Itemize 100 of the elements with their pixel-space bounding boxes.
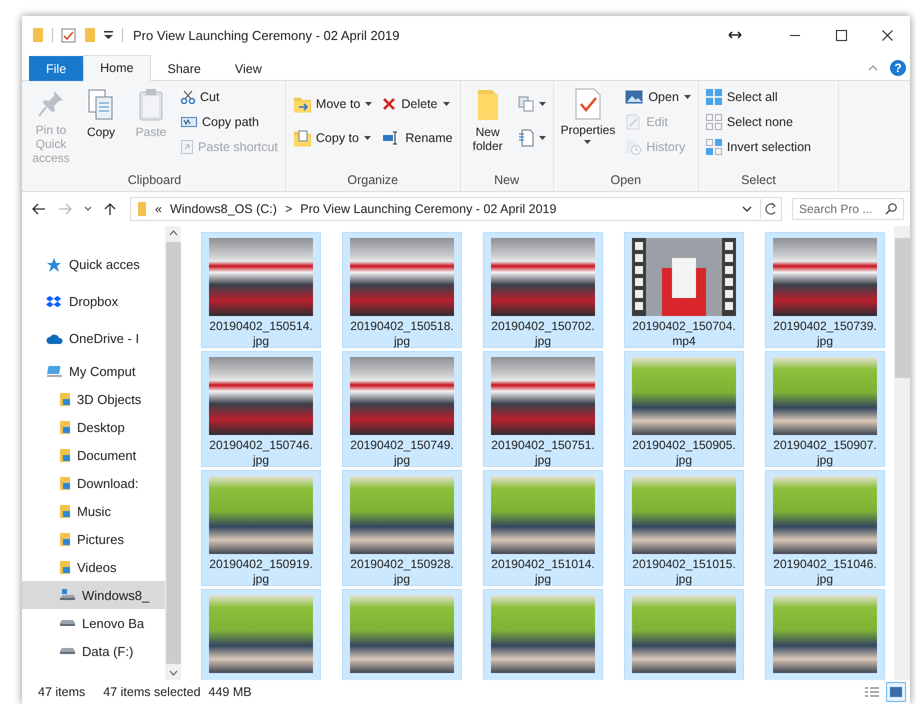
file-tile[interactable] (765, 589, 885, 680)
file-menu-tab[interactable]: File (29, 56, 84, 81)
dropbox-icon (46, 294, 63, 310)
dropdown-icon[interactable] (742, 206, 752, 212)
resize-arrow-icon (728, 31, 742, 39)
nav-item[interactable]: Desktop (22, 413, 165, 441)
ribbon-button[interactable]: New folder (464, 86, 511, 155)
ribbon-button[interactable]: Delete (379, 93, 456, 115)
file-name: 20190402_150751.jpg (491, 438, 595, 468)
back-icon[interactable] (32, 203, 46, 215)
nav-item[interactable]: Windows8_ (22, 581, 165, 609)
search-icon (885, 203, 897, 215)
ribbon-button[interactable]: Select all (702, 86, 814, 108)
ribbon-button[interactable]: Properties (558, 86, 618, 146)
file-tile[interactable]: 20190402_150514.jpg (201, 232, 321, 348)
file-tile[interactable]: 20190402_150702.jpg (483, 232, 603, 348)
nav-item[interactable]: Data (F:) (22, 637, 165, 665)
computer-icon (46, 363, 63, 379)
file-tile[interactable]: 20190402_150518.jpg (342, 232, 462, 348)
shortcut-icon (181, 140, 193, 154)
ribbon-button[interactable]: Rename (379, 127, 456, 149)
file-tile[interactable] (624, 589, 744, 680)
breadcrumb[interactable]: Pro View Launching Ceremony - 02 April 2019 (300, 202, 556, 216)
select-all-icon (706, 89, 722, 105)
scroll-down-icon (168, 670, 178, 676)
breadcrumb-separator[interactable]: > (284, 202, 292, 216)
checkbox-icon[interactable] (61, 28, 76, 42)
nav-item[interactable]: Videos (22, 553, 165, 581)
nav-item[interactable]: Download: (22, 469, 165, 497)
history-icon (625, 139, 642, 155)
file-tile[interactable]: 20190402_150905.jpg (624, 351, 744, 467)
ribbon-button[interactable]: Move to (290, 93, 376, 115)
help-button[interactable]: ? (890, 60, 906, 76)
overflow-chevron[interactable]: « (155, 202, 162, 216)
nav-item[interactable]: 3D Objects (22, 385, 165, 413)
drive-icon (59, 588, 76, 602)
breadcrumb[interactable]: Windows8_OS (C:) (170, 202, 277, 216)
copy-icon (87, 88, 115, 122)
address-bar[interactable]: « Windows8_OS (C:) > Pro View Launching Ceremony - 02 April 2019 (130, 197, 782, 221)
file-name: 20190402_150919.jpg (209, 557, 313, 587)
collapse-ribbon-icon[interactable] (868, 65, 878, 71)
file-tile[interactable]: 20190402_150739.jpg (765, 232, 885, 348)
scroll-up-icon (168, 230, 178, 236)
ribbon-tab[interactable]: View (218, 56, 279, 81)
easy-access-icon (518, 129, 534, 147)
ribbon-tab[interactable]: Home (83, 55, 150, 81)
ribbon-button[interactable]: Copy path (178, 111, 281, 133)
up-icon[interactable] (104, 202, 116, 216)
nav-item[interactable]: Pictures (22, 525, 165, 553)
ribbon-group-label: Open (609, 172, 642, 189)
search-field[interactable]: Search Pro ... (792, 198, 904, 220)
folder-icon (476, 88, 500, 122)
file-name: 20190402_150928.jpg (350, 557, 454, 587)
nav-item[interactable]: OneDrive - I (22, 320, 165, 357)
file-name: 20190402_151046.jpg (773, 557, 877, 587)
invert-selection-icon (706, 139, 722, 155)
new-item-icon (518, 96, 534, 112)
ribbon-group-label: New (493, 172, 520, 189)
scrollbar[interactable] (165, 226, 181, 680)
file-name: 20190402_151014.jpg (491, 557, 595, 587)
folder-copy-icon (292, 129, 311, 147)
nav-item[interactable]: Dropbox (22, 283, 165, 320)
ribbon-tab[interactable]: Share (150, 56, 218, 81)
picture-icon (625, 90, 644, 104)
large-icons-view-icon (889, 686, 903, 698)
selection-count: 47 items selected (103, 685, 201, 699)
file-tile[interactable]: 20190402_151015.jpg (624, 470, 744, 586)
nav-item[interactable]: Lenovo Ba (22, 609, 165, 637)
recent-locations-icon[interactable] (84, 206, 92, 212)
ribbon-button[interactable]: Open (622, 86, 694, 108)
file-tile[interactable]: 20190402_150919.jpg (201, 470, 321, 586)
file-tile[interactable]: 20190402_150928.jpg (342, 470, 462, 586)
file-tile[interactable]: 20190402_150746.jpg (201, 351, 321, 467)
ribbon-button[interactable]: Select none (702, 111, 814, 133)
file-tile[interactable] (483, 589, 603, 680)
file-tile[interactable] (201, 589, 321, 680)
file-tile[interactable] (342, 589, 462, 680)
clipboard-icon (138, 88, 164, 122)
file-name: 20190402_150514.jpg (209, 319, 313, 349)
ribbon-button[interactable]: Copy (78, 86, 124, 141)
file-tile[interactable]: 20190402_150751.jpg (483, 351, 603, 467)
ribbon-group-label: Select (740, 172, 777, 189)
file-name: 20190402_150518.jpg (350, 319, 454, 349)
file-tile[interactable]: 20190402_150704.mp4 (624, 232, 744, 348)
customize-menu-icon[interactable] (104, 30, 114, 40)
close-icon (882, 30, 892, 40)
file-tile[interactable]: 20190402_151014.jpg (483, 470, 603, 586)
ribbon-button[interactable]: Cut (178, 86, 281, 108)
nav-item[interactable]: Quick acces (22, 246, 165, 283)
large-icons-view-button[interactable] (886, 682, 906, 702)
ribbon-button[interactable]: Copy to (290, 127, 376, 149)
scrollbar[interactable] (894, 226, 910, 680)
nav-item[interactable]: Document (22, 441, 165, 469)
nav-item[interactable]: Music (22, 497, 165, 525)
nav-item[interactable]: My Comput (22, 357, 165, 385)
file-tile[interactable]: 20190402_150907.jpg (765, 351, 885, 467)
ribbon-group-label: Clipboard (126, 172, 182, 189)
file-tile[interactable]: 20190402_151046.jpg (765, 470, 885, 586)
ribbon-button[interactable]: Invert selection (702, 136, 814, 158)
file-tile[interactable]: 20190402_150749.jpg (342, 351, 462, 467)
